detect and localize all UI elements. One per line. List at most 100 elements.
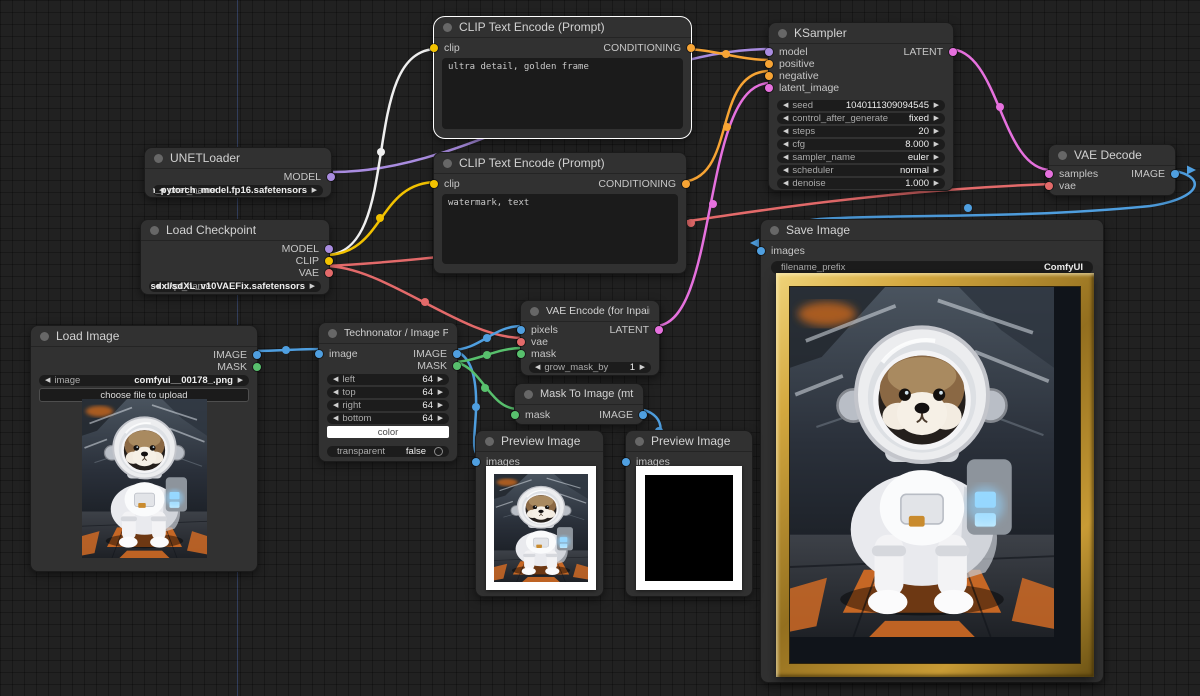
- input-port-pixels[interactable]: [517, 326, 525, 334]
- node-technonator-image-padding[interactable]: Technonator / Image Padding image IMAGE …: [318, 322, 458, 462]
- node-clip-text-encode-negative[interactable]: CLIP Text Encode (Prompt) clip CONDITION…: [433, 152, 687, 274]
- widget-seed[interactable]: ◀ seed 1040111309094545 ▶: [777, 100, 945, 111]
- output-port-mask[interactable]: [453, 362, 461, 370]
- node-header[interactable]: Preview Image: [476, 431, 603, 452]
- output-port-image[interactable]: [639, 411, 647, 419]
- decrement-arrow-icon[interactable]: ◀: [783, 178, 788, 189]
- input-port-image[interactable]: [315, 350, 323, 358]
- node-header[interactable]: Load Image: [31, 326, 257, 347]
- toggle-knob-icon[interactable]: [434, 447, 443, 456]
- widget-scheduler[interactable]: ◀ scheduler normal ▶: [777, 165, 945, 176]
- next-arrow-icon[interactable]: ▶: [310, 281, 315, 292]
- output-port-model[interactable]: [325, 245, 333, 253]
- output-port-latent[interactable]: [655, 326, 663, 334]
- collapse-dot-icon[interactable]: [154, 154, 163, 163]
- input-port-negative[interactable]: [765, 72, 773, 80]
- node-clip-text-encode-positive[interactable]: CLIP Text Encode (Prompt) clip CONDITION…: [433, 16, 692, 139]
- input-port-images[interactable]: [622, 458, 630, 466]
- widget-transparent-toggle[interactable]: transparent false: [327, 446, 449, 457]
- increment-arrow-icon[interactable]: ▶: [934, 178, 939, 189]
- comfyui-canvas[interactable]: CLIP Text Encode (Prompt) clip CONDITION…: [0, 0, 1200, 696]
- output-port-latent[interactable]: [949, 48, 957, 56]
- increment-arrow-icon[interactable]: ▶: [934, 126, 939, 137]
- widget-sampler-name[interactable]: ◀ sampler_name euler ▶: [777, 152, 945, 163]
- collapse-dot-icon[interactable]: [443, 23, 452, 32]
- input-port-clip[interactable]: [430, 180, 438, 188]
- increment-arrow-icon[interactable]: ▶: [438, 400, 443, 411]
- decrement-arrow-icon[interactable]: ◀: [783, 113, 788, 124]
- decrement-arrow-icon[interactable]: ◀: [783, 165, 788, 176]
- input-port-samples[interactable]: [1045, 170, 1053, 178]
- collapse-dot-icon[interactable]: [635, 437, 644, 446]
- collapse-dot-icon[interactable]: [770, 226, 779, 235]
- prompt-textarea[interactable]: ultra detail, golden frame: [442, 58, 683, 129]
- collapse-dot-icon[interactable]: [530, 307, 539, 316]
- node-load-image[interactable]: Load Image IMAGE MASK ◀ image comfyui__0…: [30, 325, 258, 572]
- widget-pad-top[interactable]: ◀ top 64 ▶: [327, 387, 449, 398]
- node-header[interactable]: Technonator / Image Padding: [319, 323, 457, 344]
- collapse-dot-icon[interactable]: [150, 226, 159, 235]
- node-header[interactable]: Save Image: [761, 220, 1103, 241]
- node-header[interactable]: CLIP Text Encode (Prompt): [434, 17, 691, 38]
- increment-arrow-icon[interactable]: ▶: [934, 100, 939, 111]
- decrement-arrow-icon[interactable]: ◀: [783, 100, 788, 111]
- decrement-arrow-icon[interactable]: ◀: [333, 413, 338, 424]
- node-header[interactable]: KSampler: [769, 23, 953, 44]
- prev-arrow-icon[interactable]: ◀: [45, 375, 50, 386]
- decrement-arrow-icon[interactable]: ◀: [783, 126, 788, 137]
- input-port-images[interactable]: [472, 458, 480, 466]
- node-unet-loader[interactable]: UNETLoader MODEL ◀ unet_name diffusion_p…: [144, 147, 332, 198]
- input-port-images[interactable]: [757, 247, 765, 255]
- increment-arrow-icon[interactable]: ▶: [438, 374, 443, 385]
- widget-grow-mask-by[interactable]: ◀ grow_mask_by 1 ▶: [529, 362, 651, 373]
- node-ksampler[interactable]: KSampler model LATENT positive negative …: [768, 22, 954, 191]
- output-port-image[interactable]: [1171, 170, 1179, 178]
- decrement-arrow-icon[interactable]: ◀: [535, 362, 540, 373]
- node-load-checkpoint[interactable]: Load Checkpoint MODEL CLIP VAE ◀ ckpt_na…: [140, 219, 330, 295]
- increment-arrow-icon[interactable]: ▶: [934, 139, 939, 150]
- widget-image-filename[interactable]: ◀ image comfyui__00178_.png ▶: [39, 375, 249, 386]
- output-port-vae[interactable]: [325, 269, 333, 277]
- node-save-image[interactable]: Save Image images filename_prefix ComfyU…: [760, 219, 1104, 683]
- input-port-mask[interactable]: [511, 411, 519, 419]
- next-arrow-icon[interactable]: ▶: [312, 185, 317, 196]
- node-header[interactable]: VAE Encode (for Inpainting): [521, 301, 659, 322]
- output-port-conditioning[interactable]: [682, 180, 690, 188]
- increment-arrow-icon[interactable]: ▶: [934, 152, 939, 163]
- increment-arrow-icon[interactable]: ▶: [934, 113, 939, 124]
- next-arrow-icon[interactable]: ▶: [238, 375, 243, 386]
- widget-pad-bottom[interactable]: ◀ bottom 64 ▶: [327, 413, 449, 424]
- collapse-dot-icon[interactable]: [443, 159, 452, 168]
- input-port-clip[interactable]: [430, 44, 438, 52]
- collapse-dot-icon[interactable]: [40, 332, 49, 341]
- widget-control-after-generate[interactable]: ◀ control_after_generate fixed ▶: [777, 113, 945, 124]
- node-mask-to-image[interactable]: Mask To Image (mtb) mask IMAGE: [514, 383, 644, 425]
- collapse-dot-icon[interactable]: [1058, 151, 1067, 160]
- collapse-dot-icon[interactable]: [524, 390, 533, 399]
- input-port-vae[interactable]: [1045, 182, 1053, 190]
- input-port-mask[interactable]: [517, 350, 525, 358]
- input-port-positive[interactable]: [765, 60, 773, 68]
- widget-ckpt-name[interactable]: ◀ ckpt_name sdxl/sdXL_v10VAEFix.safetens…: [149, 281, 321, 292]
- node-header[interactable]: Preview Image: [626, 431, 752, 452]
- input-port-model[interactable]: [765, 48, 773, 56]
- input-port-latent-image[interactable]: [765, 84, 773, 92]
- node-vae-decode[interactable]: VAE Decode samples IMAGE vae: [1048, 144, 1176, 196]
- widget-unet-name[interactable]: ◀ unet_name diffusion_pytorch_model.fp16…: [153, 185, 323, 196]
- node-header[interactable]: CLIP Text Encode (Prompt): [434, 153, 686, 174]
- collapse-dot-icon[interactable]: [328, 329, 337, 338]
- widget-denoise[interactable]: ◀ denoise 1.000 ▶: [777, 178, 945, 189]
- collapse-dot-icon[interactable]: [485, 437, 494, 446]
- decrement-arrow-icon[interactable]: ◀: [333, 400, 338, 411]
- node-vae-encode-inpainting[interactable]: VAE Encode (for Inpainting) pixels LATEN…: [520, 300, 660, 376]
- output-port-clip[interactable]: [325, 257, 333, 265]
- widget-cfg[interactable]: ◀ cfg 8.000 ▶: [777, 139, 945, 150]
- decrement-arrow-icon[interactable]: ◀: [783, 152, 788, 163]
- widget-pad-right[interactable]: ◀ right 64 ▶: [327, 400, 449, 411]
- widget-pad-left[interactable]: ◀ left 64 ▶: [327, 374, 449, 385]
- increment-arrow-icon[interactable]: ▶: [438, 413, 443, 424]
- decrement-arrow-icon[interactable]: ◀: [333, 374, 338, 385]
- node-preview-image-mask[interactable]: Preview Image images: [625, 430, 753, 597]
- increment-arrow-icon[interactable]: ▶: [934, 165, 939, 176]
- node-header[interactable]: Load Checkpoint: [141, 220, 329, 241]
